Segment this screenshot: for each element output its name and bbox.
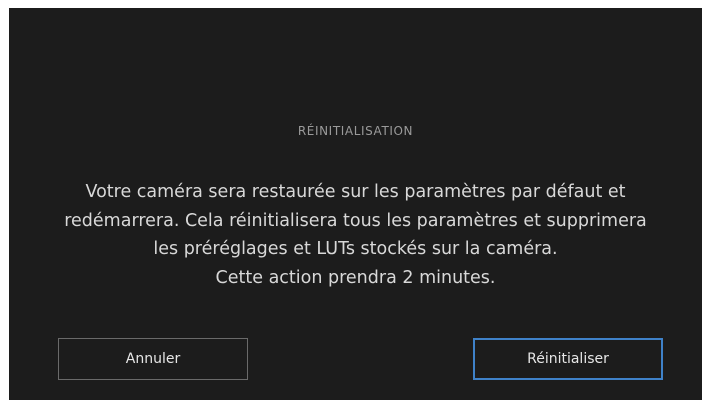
message-line-3: les préréglages et LUTs stockés sur la c… (153, 239, 558, 259)
cancel-button[interactable]: Annuler (58, 338, 248, 380)
camera-screen: RÉINITIALISATION Votre caméra sera resta… (9, 8, 702, 400)
reset-button[interactable]: Réinitialiser (473, 338, 663, 380)
dialog-title: RÉINITIALISATION (297, 124, 414, 138)
cancel-button-label: Annuler (125, 351, 181, 367)
message-line-4: Cette action prendra 2 minutes. (215, 267, 496, 288)
dialog-message: Votre caméra sera restaurée sur les para… (9, 178, 702, 292)
reset-button-label: Réinitialiser (527, 351, 609, 367)
message-line-2: redémarrera. Cela réinitialisera tous le… (64, 210, 647, 231)
message-line-1: Votre caméra sera restaurée sur les para… (85, 182, 626, 202)
